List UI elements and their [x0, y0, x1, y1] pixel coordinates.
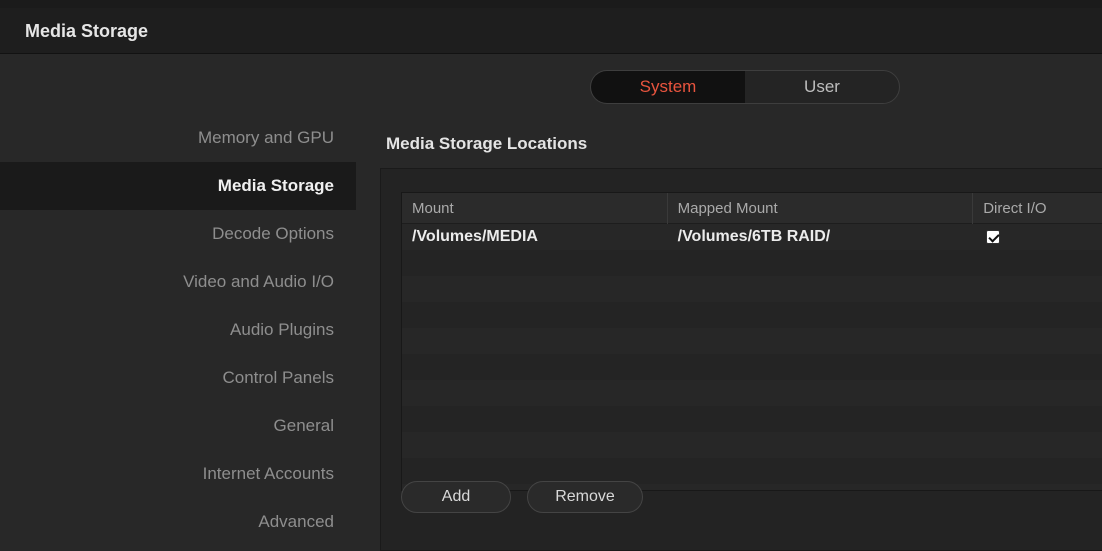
table-row-empty	[402, 302, 1102, 328]
window-title: Media Storage	[25, 21, 149, 41]
sidebar-item-control-panels[interactable]: Control Panels	[0, 354, 356, 402]
scope-user-tab[interactable]: User	[745, 71, 899, 103]
mount-cell: /Volumes/MEDIA	[412, 228, 538, 245]
main-area: System User Memory and GPU Media Storage…	[0, 55, 1102, 551]
sidebar-item-media-storage[interactable]: Media Storage	[0, 162, 356, 210]
table-row-empty	[402, 406, 1102, 432]
table-row-empty	[402, 432, 1102, 458]
column-header-mount[interactable]: Mount	[402, 193, 668, 224]
direct-io-checkbox[interactable]	[986, 230, 1001, 244]
sidebar-item-internet-accounts[interactable]: Internet Accounts	[0, 450, 356, 498]
sidebar-item-decode-options[interactable]: Decode Options	[0, 210, 356, 258]
section-title: Media Storage Locations	[386, 134, 588, 153]
scope-toggle: System User	[590, 70, 900, 104]
scope-system-tab[interactable]: System	[591, 71, 745, 103]
sidebar-item-memory-gpu[interactable]: Memory and GPU	[0, 114, 356, 162]
mapped-mount-cell: /Volumes/6TB RAID/	[677, 228, 831, 245]
sidebar-item-advanced[interactable]: Advanced	[0, 498, 356, 546]
table-row-empty	[402, 354, 1102, 380]
sidebar-item-video-audio-io[interactable]: Video and Audio I/O	[0, 258, 356, 306]
storage-locations-table: Mount Mapped Mount Direct I/O /Volumes/M…	[401, 192, 1102, 491]
table-row-empty	[402, 276, 1102, 302]
table-row-empty	[402, 380, 1102, 406]
add-button[interactable]: Add	[401, 481, 511, 513]
table-body: /Volumes/MEDIA /Volumes/6TB RAID/	[402, 224, 1102, 490]
column-header-mapped-mount[interactable]: Mapped Mount	[668, 193, 974, 224]
remove-button[interactable]: Remove	[527, 481, 643, 513]
table-row-empty	[402, 328, 1102, 354]
top-strip	[0, 0, 1102, 8]
table-header: Mount Mapped Mount Direct I/O	[402, 193, 1102, 224]
table-row-empty	[402, 250, 1102, 276]
title-bar: Media Storage	[0, 8, 1102, 54]
preferences-sidebar: Memory and GPU Media Storage Decode Opti…	[0, 114, 356, 546]
sidebar-item-audio-plugins[interactable]: Audio Plugins	[0, 306, 356, 354]
sidebar-item-general[interactable]: General	[0, 402, 356, 450]
column-header-direct-io[interactable]: Direct I/O	[973, 193, 1102, 224]
table-row[interactable]: /Volumes/MEDIA /Volumes/6TB RAID/	[402, 224, 1102, 250]
table-row-empty	[402, 458, 1102, 484]
direct-io-cell	[973, 224, 1102, 250]
